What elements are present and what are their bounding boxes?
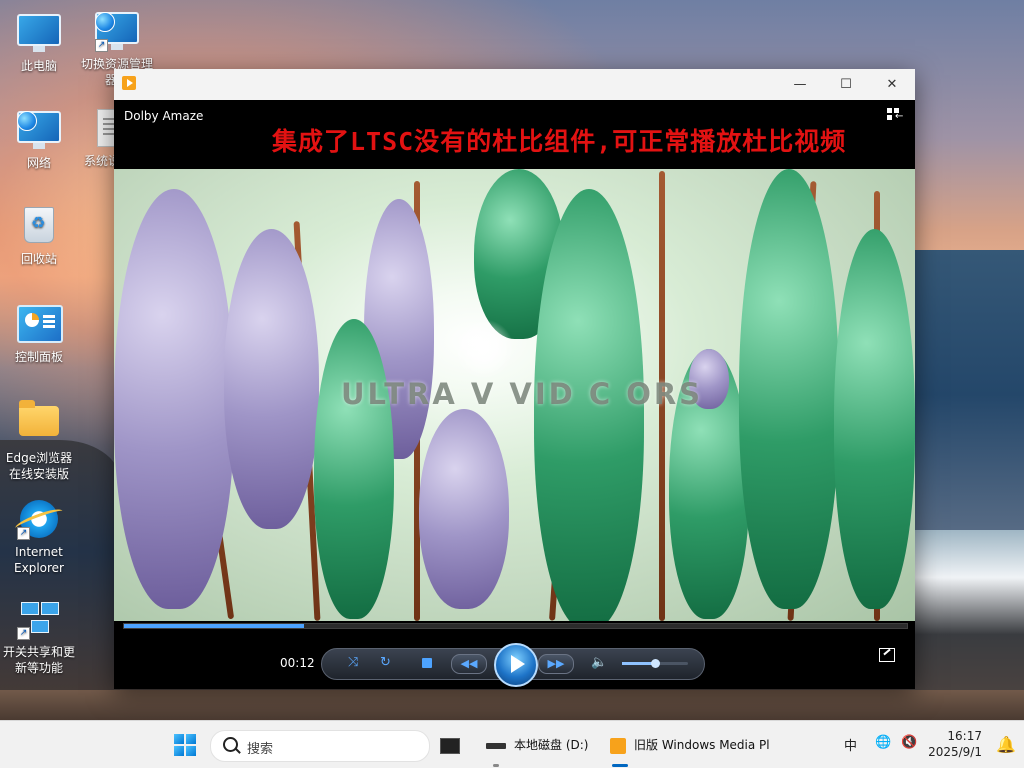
volume-slider[interactable] xyxy=(622,659,688,668)
volume-muted-icon[interactable]: 🔇 xyxy=(901,735,917,750)
folder-icon xyxy=(19,400,59,436)
now-playing-title: Dolby Amaze xyxy=(124,109,204,123)
desktop-icon-label: 系统说 xyxy=(84,154,114,168)
next-button[interactable]: ▶▶ xyxy=(538,654,574,674)
desktop-icon-label: Internet Explorer xyxy=(14,545,64,575)
shortcut-arrow-icon: ↗ xyxy=(95,39,108,52)
wallpaper-sea xyxy=(914,250,1024,540)
desktop-icon-label: 网络 xyxy=(26,156,51,170)
close-button[interactable]: ✕ xyxy=(869,69,915,100)
desktop-icon-label: 回收站 xyxy=(20,252,57,266)
search-icon xyxy=(223,737,238,752)
wallpaper-rocks-left xyxy=(0,440,120,720)
wallpaper-shore xyxy=(0,690,1024,720)
taskbar-task-view[interactable] xyxy=(440,729,468,761)
start-button[interactable] xyxy=(174,734,196,756)
desktop-icon-label: Edge浏览器在线安装版 xyxy=(5,451,73,481)
desktop-icon-control-panel[interactable]: 控制面板 xyxy=(1,303,77,365)
desktop-icon-network[interactable]: 网络 xyxy=(1,107,77,171)
desktop-icon-label: 开关共享和更新等功能 xyxy=(2,645,75,675)
media-player-icon xyxy=(610,737,626,754)
taskbar-search[interactable]: 搜索 xyxy=(210,730,430,762)
taskbar-app-label: 本地磁盘 (D:) xyxy=(514,738,589,752)
video-overlay-text: ULTRA V VID C ORS xyxy=(341,377,704,411)
mute-icon[interactable]: 🔈 xyxy=(591,655,607,671)
switch-to-library-icon[interactable]: ← xyxy=(887,108,905,122)
active-indicator xyxy=(612,764,628,767)
fullscreen-icon[interactable] xyxy=(879,648,895,662)
recycle-bin-icon xyxy=(24,207,54,243)
shortcut-arrow-icon: ↗ xyxy=(17,627,30,640)
control-panel-icon xyxy=(17,305,63,343)
player-info-bar: Dolby Amaze 集成了LTSC没有的杜比组件,可正常播放杜比视频 ← xyxy=(114,100,915,169)
desktop-icon-edge-installer[interactable]: Edge浏览器在线安装版 xyxy=(1,400,77,482)
subtitle-banner: 集成了LTSC没有的杜比组件,可正常播放杜比视频 xyxy=(272,127,847,156)
taskbar: 搜索 本地磁盘 (D:) 旧版 Windows Media Pl 中 🌐 🔇 1… xyxy=(0,720,1024,768)
window-titlebar[interactable]: — ☐ ✕ xyxy=(114,69,915,100)
seek-bar[interactable] xyxy=(123,623,908,629)
network-globe-icon[interactable]: 🌐 xyxy=(875,735,891,750)
clock-time: 16:17 xyxy=(947,729,982,743)
task-view-icon xyxy=(440,737,460,754)
media-player-icon xyxy=(122,76,136,90)
taskbar-app-drive[interactable]: 本地磁盘 (D:) xyxy=(486,729,588,761)
maximize-button[interactable]: ☐ xyxy=(823,69,869,100)
notification-bell-icon[interactable]: 🔔 xyxy=(996,735,1016,754)
minimize-button[interactable]: — xyxy=(777,69,823,100)
running-indicator xyxy=(493,764,499,767)
desktop-icon-recycle-bin[interactable]: 回收站 xyxy=(1,205,77,267)
document-icon xyxy=(97,109,114,147)
system-clock[interactable]: 16:17 2025/9/1 xyxy=(928,728,982,760)
ime-indicator[interactable]: 中 xyxy=(844,735,857,754)
desktop-icon-label: 此电脑 xyxy=(20,59,57,73)
seek-progress xyxy=(124,624,305,628)
taskbar-app-media-player[interactable]: 旧版 Windows Media Pl xyxy=(610,729,770,761)
media-player-window: — ☐ ✕ Dolby Amaze 集成了LTSC没有的杜比组件,可正常播放杜比… xyxy=(114,69,915,689)
taskbar-app-label: 旧版 Windows Media Pl xyxy=(634,738,770,752)
stop-button[interactable] xyxy=(422,658,432,668)
sun-flare xyxy=(454,319,514,379)
desktop-icon-this-pc[interactable]: 此电脑 xyxy=(1,10,77,74)
drive-icon xyxy=(486,742,506,749)
shortcut-arrow-icon: ↗ xyxy=(17,527,30,540)
computer-icon xyxy=(17,14,61,52)
repeat-icon[interactable]: ↻ xyxy=(380,655,391,671)
previous-button[interactable]: ◀◀ xyxy=(451,654,487,674)
clock-date: 2025/9/1 xyxy=(928,745,982,759)
globe-badge-icon xyxy=(17,111,37,131)
desktop-icon-internet-explorer[interactable]: ↗ Internet Explorer xyxy=(1,498,77,576)
playback-controls: 00:12 ⤨ ↻ ◀◀ ▶▶ 🔈 xyxy=(114,621,915,689)
desktop-icon-sharing-settings[interactable]: ↗ 开关共享和更新等功能 xyxy=(1,598,77,676)
desktop-icon-label: 控制面板 xyxy=(14,350,63,364)
desktop-icon-system-doc[interactable]: 系统说 xyxy=(76,107,114,169)
video-area[interactable]: ULTRA V VID C ORS xyxy=(114,169,915,621)
volume-knob[interactable] xyxy=(651,659,660,668)
shuffle-icon[interactable]: ⤨ xyxy=(348,655,358,671)
search-placeholder: 搜索 xyxy=(247,742,274,757)
play-button[interactable] xyxy=(494,643,538,687)
elapsed-time: 00:12 xyxy=(280,656,315,670)
globe-badge-icon xyxy=(95,12,115,32)
